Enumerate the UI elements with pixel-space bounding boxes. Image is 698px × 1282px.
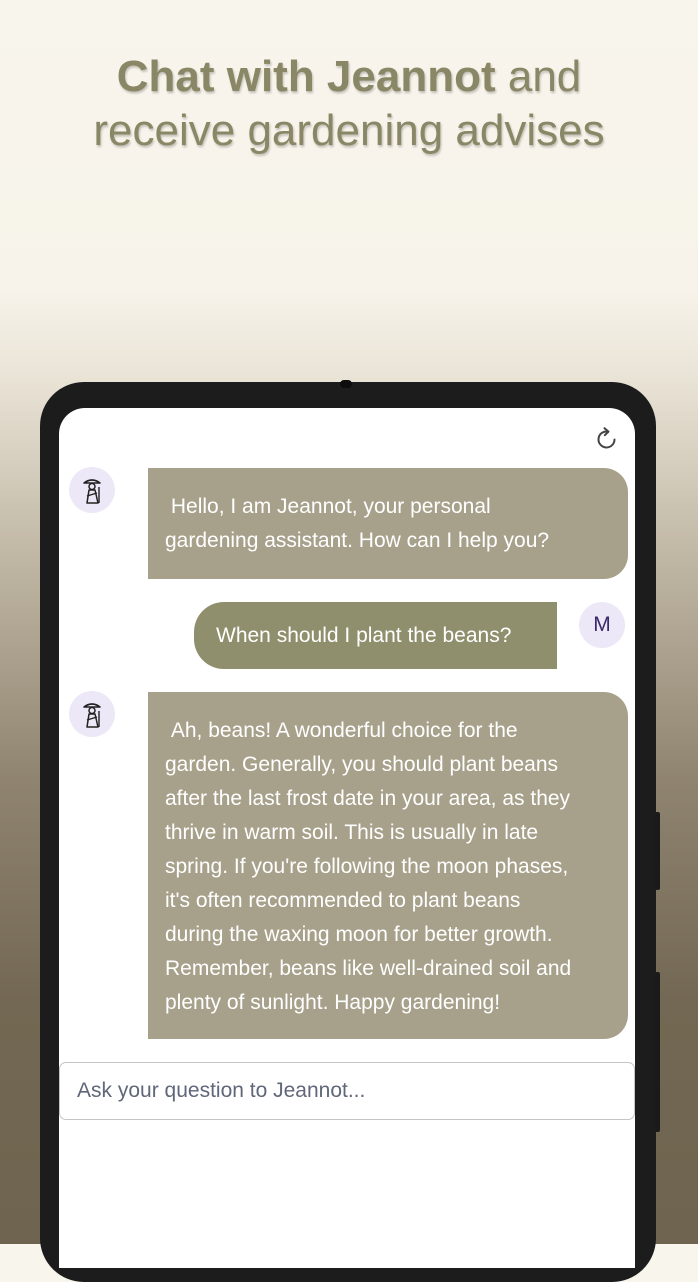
user-message-bubble: When should I plant the beans? (194, 602, 557, 669)
promo-title-line: Chat with Jeannot and (0, 50, 698, 104)
gardener-icon (83, 703, 101, 728)
promo-title-bold: Chat with Jeannot (116, 52, 496, 101)
gardener-icon (83, 479, 101, 504)
bot-avatar (69, 467, 115, 513)
user-avatar: M (579, 602, 625, 648)
chat-screen: Hello, I am Jeannot, your personal garde… (59, 408, 635, 1268)
question-input[interactable]: Ask your question to Jeannot... (59, 1062, 635, 1120)
promo-subtitle: receive gardening advises (93, 106, 605, 155)
bot-avatar (69, 691, 115, 737)
promo-heading: Chat with Jeannot and receive gardening … (0, 50, 698, 158)
bot-message-bubble: Ah, beans! A wonderful choice for the ga… (148, 692, 628, 1039)
phone-camera (340, 380, 352, 388)
promo-title-rest: and (495, 52, 582, 101)
phone-side-button (655, 812, 660, 890)
refresh-icon[interactable] (592, 424, 622, 454)
phone-volume-button (655, 972, 660, 1132)
bot-message-bubble: Hello, I am Jeannot, your personal garde… (148, 468, 628, 579)
